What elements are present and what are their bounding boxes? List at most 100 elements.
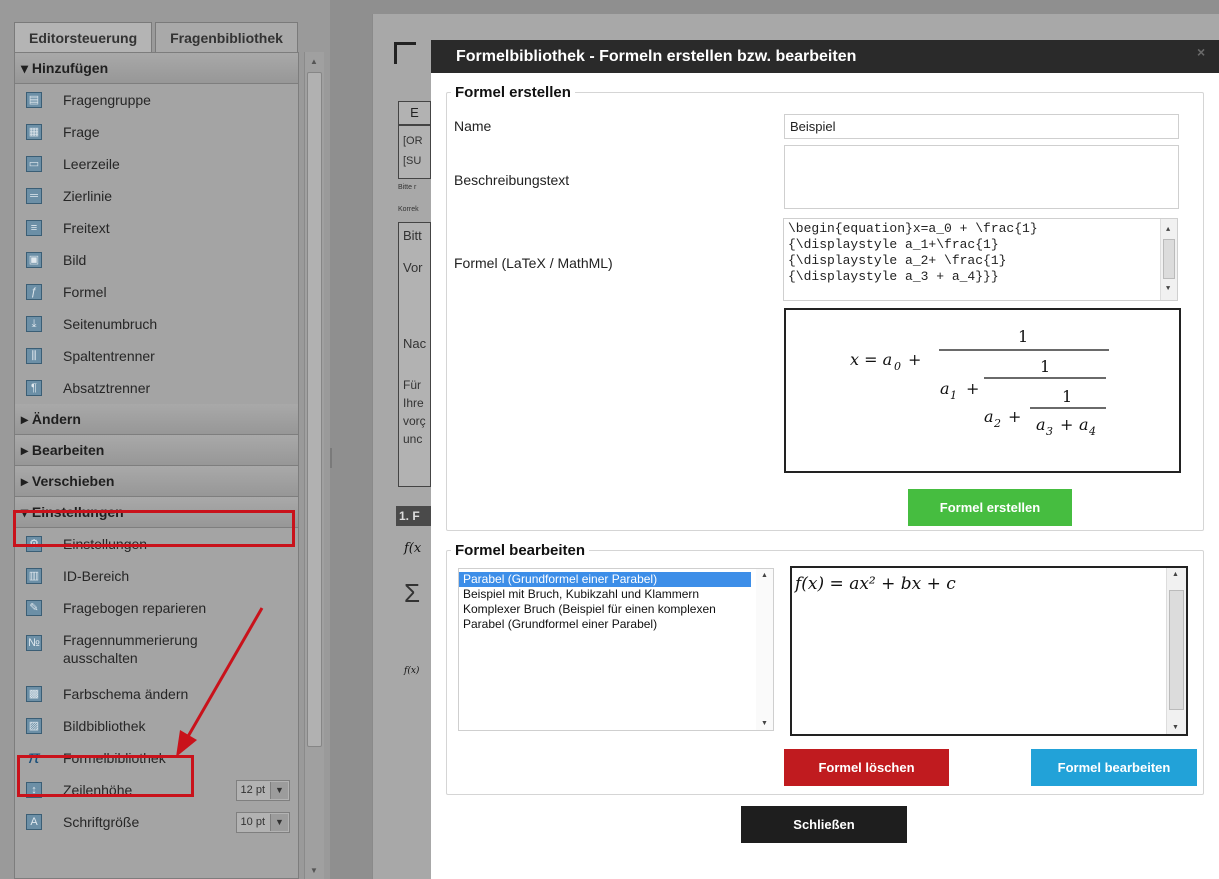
sidebar-item-fragennummerierung[interactable]: № Fragennummerierung ausschalten	[15, 624, 298, 678]
dialog-title: Formelbibliothek - Formeln erstellen bzw…	[431, 40, 1219, 73]
sidebar-item-formel[interactable]: ƒ Formel	[15, 276, 298, 308]
preview-lhs: x = a	[850, 350, 892, 369]
scrollbar-thumb[interactable]	[1169, 590, 1184, 710]
formula-icon: ƒ	[26, 284, 42, 300]
section-verschieben[interactable]: ▸ Verschieben	[15, 466, 298, 497]
svg-text:a: a	[1079, 415, 1089, 434]
font-size-value: 10 pt	[240, 816, 265, 828]
document-text: unc	[403, 432, 423, 446]
description-textarea[interactable]	[784, 145, 1179, 209]
sidebar: Editorsteuerung Fragenbibliothek ▾ Hinzu…	[0, 0, 330, 879]
column-separator-icon: ⫼	[26, 348, 42, 364]
close-dialog-button[interactable]: Schließen	[741, 806, 907, 843]
svg-text:a: a	[1036, 415, 1046, 434]
svg-text:a: a	[984, 407, 994, 426]
scroll-down-icon[interactable]: ▼	[310, 866, 318, 875]
document-text: [OR	[403, 135, 423, 147]
formula-listbox[interactable]: Parabel (Grundformel einer Parabel) Beis…	[458, 568, 774, 731]
svg-text:4: 4	[1088, 425, 1096, 438]
scroll-down-icon[interactable]: ▼	[761, 720, 768, 727]
wrench-icon: ✎	[26, 600, 42, 616]
list-item[interactable]: Parabel (Grundformel einer Parabel)	[459, 572, 751, 587]
item-label: Freitext	[63, 220, 110, 236]
sidebar-item-spaltentrenner[interactable]: ⫼ Spaltentrenner	[15, 340, 298, 372]
tab-editorsteuerung[interactable]: Editorsteuerung	[14, 22, 153, 52]
empty-line-icon: ▭	[26, 156, 42, 172]
sidebar-item-seitenumbruch[interactable]: ⤓ Seitenumbruch	[15, 308, 298, 340]
name-input[interactable]: Beispiel	[784, 114, 1179, 139]
sidebar-item-schriftgroesse: A Schriftgröße 10 pt ▼	[15, 806, 298, 838]
sidebar-item-absatztrenner[interactable]: ¶ Absatztrenner	[15, 372, 298, 404]
scroll-up-icon[interactable]: ▲	[1166, 222, 1170, 238]
formula-display-scrollbar[interactable]: ▲ ▼	[1166, 568, 1186, 734]
scrollbar-thumb[interactable]	[1163, 239, 1175, 279]
svg-text:1: 1	[950, 389, 957, 402]
sidebar-item-zierlinie[interactable]: ═ Zierlinie	[15, 180, 298, 212]
page-break-icon: ⤓	[26, 316, 42, 332]
latex-textarea[interactable]: \begin{equation}x=a_0 + \frac{1} {\displ…	[783, 218, 1178, 301]
svg-text:+: +	[1060, 415, 1073, 434]
edit-formula-button[interactable]: Formel bearbeiten	[1031, 749, 1197, 786]
list-item[interactable]: Komplexer Bruch (Beispiel für einen komp…	[459, 602, 751, 617]
close-icon[interactable]: ×	[1197, 44, 1205, 60]
font-size-icon: A	[26, 814, 42, 830]
document-formula: f(x)	[404, 666, 420, 676]
document-text: vorç	[403, 414, 426, 428]
sidebar-item-farbschema[interactable]: ▩ Farbschema ändern	[15, 678, 298, 710]
latex-text: \begin{equation}x=a_0 + \frac{1} {\displ…	[788, 221, 1038, 284]
sidebar-scrollbar[interactable]: ▲ ▼	[304, 52, 324, 879]
sidebar-item-bild[interactable]: ▣ Bild	[15, 244, 298, 276]
sidebar-item-leerzeile[interactable]: ▭ Leerzeile	[15, 148, 298, 180]
latex-scrollbar[interactable]: ▲ ▼	[1160, 219, 1177, 300]
sidebar-item-frage[interactable]: ▦ Frage	[15, 116, 298, 148]
scrollbar-thumb[interactable]	[307, 72, 322, 747]
item-label: Absatztrenner	[63, 380, 151, 396]
svg-text:1: 1	[1062, 387, 1072, 406]
scroll-down-icon[interactable]: ▼	[1166, 281, 1170, 297]
sidebar-item-bildbibliothek[interactable]: ▨ Bildbibliothek	[15, 710, 298, 742]
edit-formula-legend: Formel bearbeiten	[455, 542, 586, 559]
chevron-down-icon[interactable]: ▼	[270, 782, 288, 799]
image-library-icon: ▨	[26, 718, 42, 734]
section-hinzufuegen[interactable]: ▾ Hinzufügen	[15, 53, 298, 84]
create-formula-button[interactable]: Formel erstellen	[908, 489, 1072, 526]
document-text: Korrek	[398, 206, 419, 213]
formula-preview: x = a 0 + 1 a 1 + 1 a 2 + 1 a 3 + a 4	[784, 308, 1181, 473]
section-label: Bearbeiten	[31, 442, 105, 458]
sidebar-item-id-bereich[interactable]: ▥ ID-Bereich	[15, 560, 298, 592]
list-item[interactable]: Parabel (Grundformel einer Parabel)	[459, 617, 751, 632]
line-height-select[interactable]: 12 pt ▼	[235, 780, 290, 801]
item-label: Schriftgröße	[63, 814, 140, 830]
sidebar-item-fragengruppe[interactable]: ▤ Fragengruppe	[15, 84, 298, 116]
svg-text:2: 2	[993, 417, 1001, 430]
item-label: Farbschema ändern	[63, 686, 189, 702]
section-label: Hinzufügen	[31, 60, 109, 76]
scroll-up-icon[interactable]: ▲	[761, 572, 768, 579]
formula-display-text: f(x) = ax² + bx + c	[795, 574, 956, 594]
scroll-up-icon[interactable]: ▲	[310, 57, 318, 66]
sidebar-item-freitext[interactable]: ≡ Freitext	[15, 212, 298, 244]
formula-edit-display[interactable]: f(x) = ax² + bx + c ▲ ▼	[790, 566, 1188, 736]
section-aendern[interactable]: ▸ Ändern	[15, 404, 298, 435]
font-size-select[interactable]: 10 pt ▼	[235, 812, 290, 833]
list-scrollbar[interactable]: ▲ ▼	[756, 569, 773, 730]
document-header-cell: E	[398, 101, 431, 125]
chevron-down-icon[interactable]: ▼	[270, 814, 288, 831]
scroll-down-icon[interactable]: ▼	[1172, 724, 1179, 731]
svg-text:a: a	[940, 379, 950, 398]
item-label: Frage	[63, 124, 100, 140]
splitter-handle[interactable]	[330, 448, 332, 468]
question-icon: ▦	[26, 124, 42, 140]
document-formula: f(x	[404, 541, 422, 556]
document-text: Nac	[403, 336, 427, 351]
document-sum-symbol: Σ	[404, 578, 421, 608]
delete-formula-button[interactable]: Formel löschen	[784, 749, 949, 786]
sidebar-item-fragebogen-reparieren[interactable]: ✎ Fragebogen reparieren	[15, 592, 298, 624]
tab-fragenbibliothek[interactable]: Fragenbibliothek	[155, 22, 298, 52]
section-bearbeiten[interactable]: ▸ Bearbeiten	[15, 435, 298, 466]
scroll-up-icon[interactable]: ▲	[1172, 571, 1179, 578]
svg-text:+: +	[908, 350, 921, 369]
item-label: ID-Bereich	[63, 568, 130, 584]
item-label: Fragengruppe	[63, 92, 151, 108]
list-item[interactable]: Beispiel mit Bruch, Kubikzahl und Klamme…	[459, 587, 751, 602]
